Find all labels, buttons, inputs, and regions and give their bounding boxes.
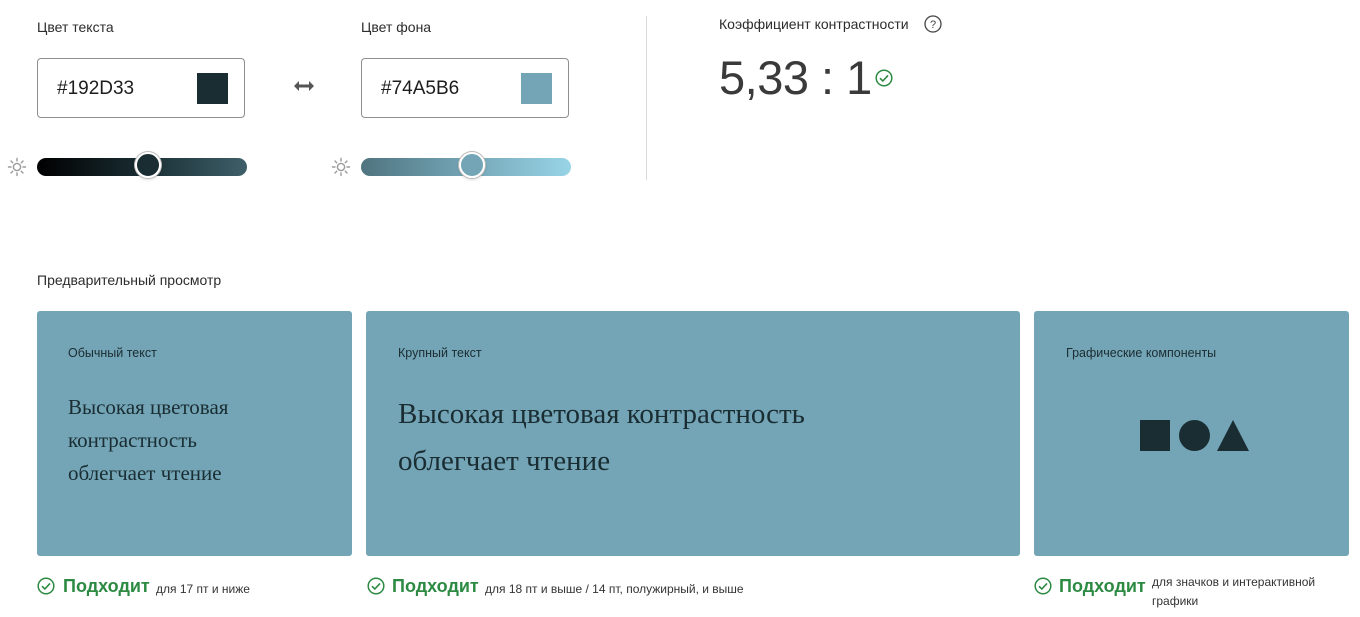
result-status: Подходит <box>392 576 479 596</box>
divider <box>646 16 647 180</box>
text-brightness-slider[interactable] <box>37 152 247 178</box>
text-brightness-thumb[interactable] <box>135 152 161 178</box>
result-note: для значков и интерактивной графики <box>1152 573 1315 611</box>
contrast-ratio: 5,33 : 1 <box>719 51 872 104</box>
normal-text-card: Обычный текст Высокая цветовая контрастн… <box>37 311 352 556</box>
large-text-category: Крупный текст <box>398 346 482 360</box>
triangle-icon <box>1217 420 1249 456</box>
text-color-input[interactable]: #192D33 <box>37 58 245 118</box>
check-icon <box>875 69 893 92</box>
preview-heading: Предварительный просмотр <box>37 272 222 288</box>
bg-color-hex[interactable]: #74A5B6 <box>381 78 459 100</box>
large-sample-line: облегчает чтение <box>398 445 611 477</box>
bg-color-input[interactable]: #74A5B6 <box>361 58 569 118</box>
help-icon[interactable]: ? <box>924 15 942 38</box>
normal-text-category: Обычный текст <box>68 346 157 360</box>
bg-brightness-slider[interactable] <box>361 152 571 178</box>
text-color-hex[interactable]: #192D33 <box>57 78 134 100</box>
bg-color-swatch[interactable] <box>521 73 552 104</box>
brightness-icon <box>331 157 351 177</box>
result-status: Подходит <box>1059 576 1146 596</box>
check-icon <box>37 577 55 595</box>
swap-horizontal-icon[interactable] <box>292 78 316 94</box>
svg-text:?: ? <box>930 19 936 31</box>
circle-icon <box>1179 420 1210 451</box>
large-text-sample: Высокая цветовая контрастность облегчает… <box>398 391 805 485</box>
result-note-line: для значков и интерактивной <box>1152 575 1316 589</box>
contrast-label: Коэффициент контрастности <box>719 16 909 32</box>
normal-text-sample: Высокая цветовая контрастность облегчает… <box>68 391 228 490</box>
graphics-card: Графические компоненты <box>1034 311 1349 556</box>
check-icon <box>1034 577 1052 595</box>
square-icon <box>1140 420 1170 451</box>
bg-color-label: Цвет фона <box>361 19 432 35</box>
normal-sample-line: Высокая цветовая <box>68 395 229 419</box>
check-icon <box>367 577 385 595</box>
text-color-label: Цвет текста <box>37 19 114 35</box>
result-note: для 18 пт и выше / 14 пт, полужирный, и … <box>485 582 744 596</box>
normal-sample-line: облегчает чтение <box>68 461 222 485</box>
large-sample-line: Высокая цветовая контрастность <box>398 398 805 430</box>
graphics-category: Графические компоненты <box>1066 346 1217 360</box>
large-text-card: Крупный текст Высокая цветовая контрастн… <box>366 311 1020 556</box>
result-note: для 17 пт и ниже <box>156 582 250 596</box>
normal-sample-line: контрастность <box>68 428 197 452</box>
text-color-swatch[interactable] <box>197 73 228 104</box>
result-note-line: графики <box>1152 594 1199 608</box>
brightness-icon <box>7 157 27 177</box>
result-status: Подходит <box>63 576 150 596</box>
bg-brightness-thumb[interactable] <box>459 152 485 178</box>
